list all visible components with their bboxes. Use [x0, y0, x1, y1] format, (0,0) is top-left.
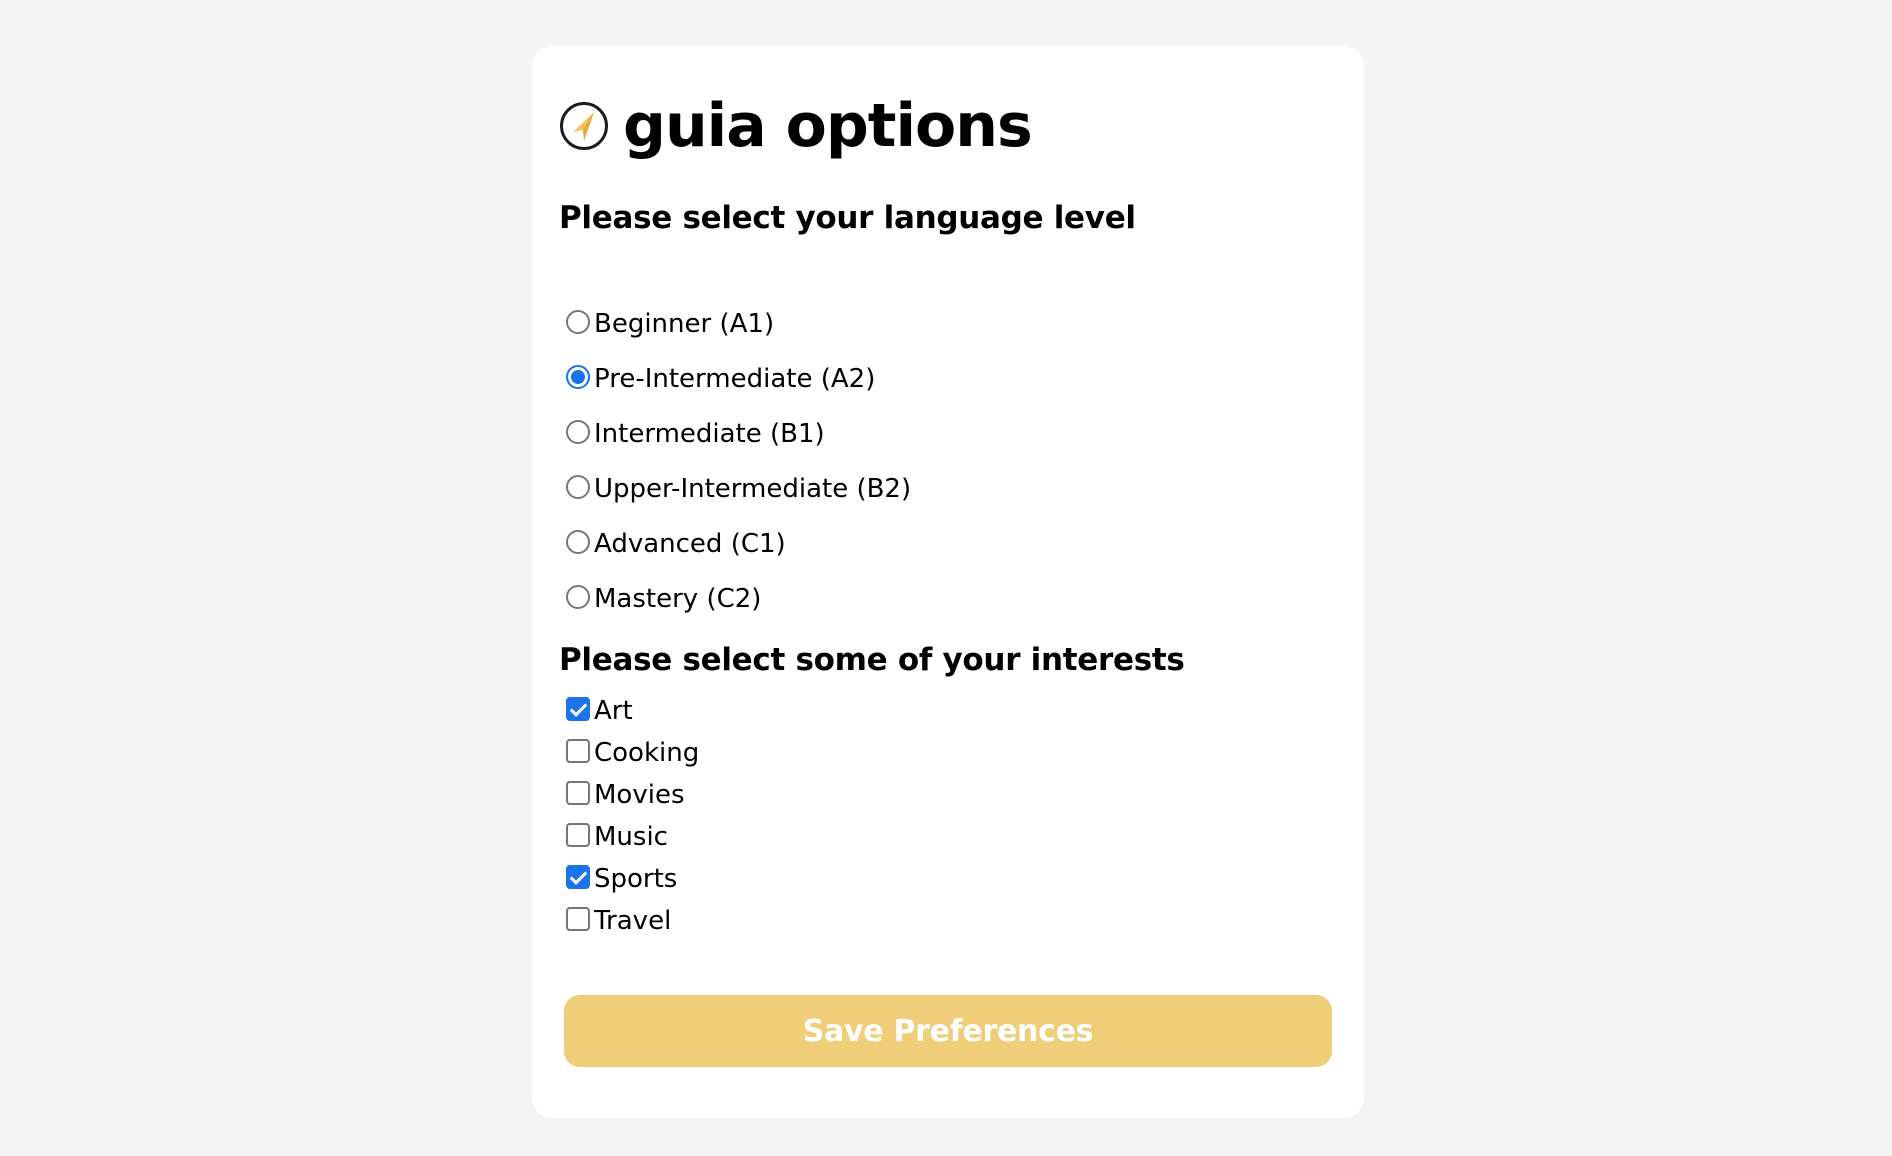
- checkbox[interactable]: [566, 907, 590, 931]
- radio-button[interactable]: [566, 475, 590, 499]
- language-option-label: Intermediate (B1): [594, 419, 825, 449]
- save-preferences-button[interactable]: Save Preferences: [564, 995, 1332, 1067]
- interest-option-art[interactable]: Art: [566, 690, 633, 728]
- language-option-label: Upper-Intermediate (B2): [594, 474, 912, 504]
- interest-option-label: Art: [594, 696, 633, 726]
- page-title: guia options: [623, 91, 1033, 161]
- interest-option-travel[interactable]: Travel: [566, 900, 671, 938]
- interest-option-sports[interactable]: Sports: [566, 858, 677, 896]
- language-option-b1[interactable]: Intermediate (B1): [566, 412, 825, 452]
- interest-option-movies[interactable]: Movies: [566, 774, 685, 812]
- checkbox[interactable]: [566, 739, 590, 763]
- radio-button[interactable]: [566, 585, 590, 609]
- checkbox[interactable]: [566, 697, 590, 721]
- radio-button[interactable]: [566, 365, 590, 389]
- compass-arrow-icon: [560, 102, 608, 150]
- interest-option-cooking[interactable]: Cooking: [566, 732, 699, 770]
- interest-option-label: Cooking: [594, 738, 700, 768]
- language-option-label: Beginner (A1): [594, 309, 775, 339]
- checkbox[interactable]: [566, 781, 590, 805]
- checkbox[interactable]: [566, 823, 590, 847]
- checkbox[interactable]: [566, 865, 590, 889]
- radio-button[interactable]: [566, 310, 590, 334]
- language-option-b2[interactable]: Upper-Intermediate (B2): [566, 467, 911, 507]
- language-option-a1[interactable]: Beginner (A1): [566, 302, 774, 342]
- language-option-c2[interactable]: Mastery (C2): [566, 577, 761, 617]
- language-option-a2[interactable]: Pre-Intermediate (A2): [566, 357, 875, 397]
- language-option-label: Pre-Intermediate (A2): [594, 364, 876, 394]
- interest-option-label: Music: [594, 822, 668, 852]
- options-card: guia options Please select your language…: [532, 46, 1364, 1118]
- interest-option-label: Movies: [594, 780, 685, 810]
- interests-heading: Please select some of your interests: [559, 642, 1185, 678]
- radio-button[interactable]: [566, 420, 590, 444]
- language-option-c1[interactable]: Advanced (C1): [566, 522, 786, 562]
- interest-option-label: Sports: [594, 864, 678, 894]
- interest-option-label: Travel: [594, 906, 672, 936]
- page-header: guia options: [559, 90, 1033, 162]
- radio-button[interactable]: [566, 530, 590, 554]
- language-option-label: Mastery (C2): [594, 584, 762, 614]
- language-option-label: Advanced (C1): [594, 529, 786, 559]
- interest-option-music[interactable]: Music: [566, 816, 668, 854]
- language-level-heading: Please select your language level: [559, 200, 1136, 236]
